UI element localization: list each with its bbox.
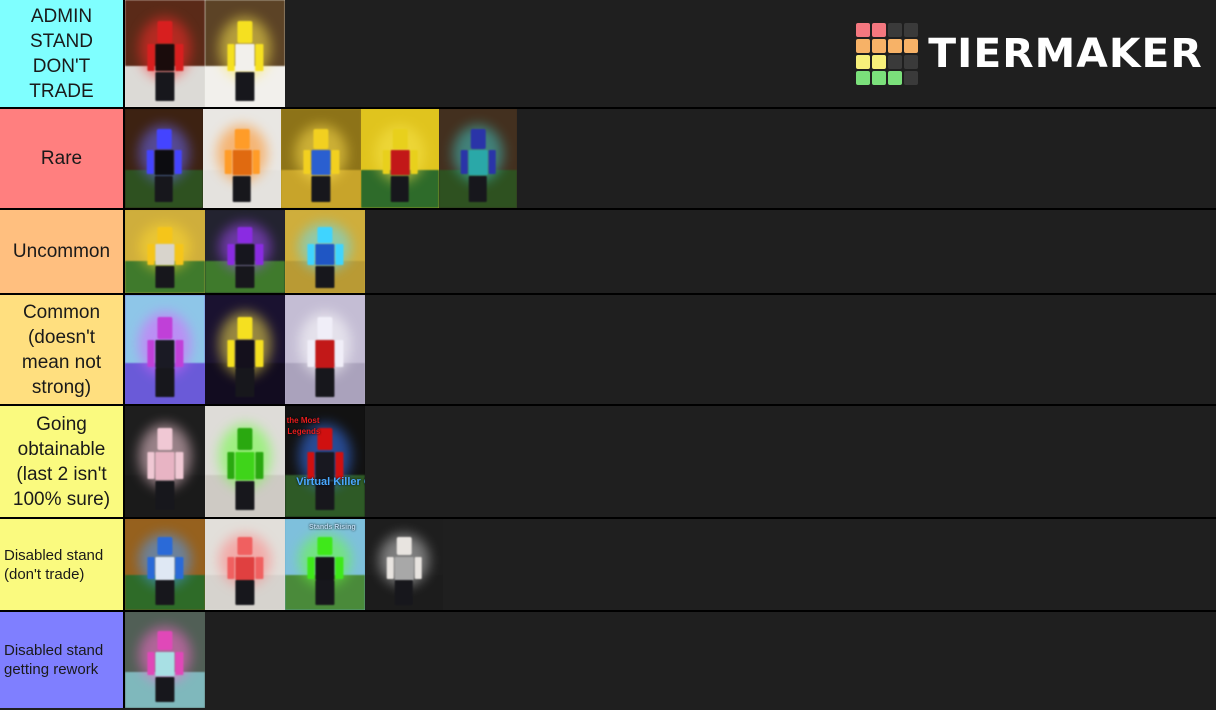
tier-label[interactable]: Rare [0, 109, 125, 208]
tier-item-blue-ice-stand[interactable] [285, 210, 365, 293]
tier-item-green-aura-bunny-stand[interactable]: Stands Rising [285, 519, 365, 610]
tier-item-golden-flame-stand[interactable] [125, 210, 205, 293]
stand-artwork [205, 295, 285, 404]
tier-item-black-shadow-stand[interactable] [125, 109, 203, 208]
tier-item-green-creeper-stand[interactable] [205, 406, 285, 517]
tier-item-cyan-bunny-stand[interactable] [125, 612, 205, 708]
stand-artwork [125, 0, 205, 107]
tier-item-purple-sky-stand[interactable] [125, 295, 205, 404]
tier-item-virtual-killer-stand[interactable]: the Most Legends Virtual Killer O [285, 406, 365, 517]
stand-artwork [285, 210, 365, 293]
stand-artwork [125, 519, 205, 610]
tier-item-yellow-angel-stand[interactable] [205, 0, 285, 107]
tier-items-container[interactable] [125, 109, 1216, 208]
stand-artwork [125, 295, 205, 404]
stand-artwork [205, 519, 285, 610]
tier-items-container[interactable]: the Most Legends Virtual Killer O [125, 406, 1216, 517]
tier-item-gray-armless-stand[interactable] [365, 519, 443, 610]
tier-row: Disabled stand getting rework [0, 612, 1216, 708]
tier-item-gold-rainbow-stand[interactable] [281, 109, 361, 208]
stand-artwork: the Most Legends Virtual Killer O [285, 406, 365, 517]
stand-artwork [439, 109, 517, 208]
stand-artwork [125, 612, 205, 708]
tier-items-container[interactable]: Stands Rising [125, 519, 1216, 610]
tier-item-yellow-blob-stand[interactable] [361, 109, 439, 208]
tier-label[interactable]: ADMIN STAND DON'T TRADE [0, 0, 125, 107]
artwork-overlay-text: Virtual Killer O [296, 476, 365, 489]
stand-artwork [205, 0, 285, 107]
tier-item-white-crystal-stand[interactable] [285, 295, 365, 404]
stand-artwork [281, 109, 361, 208]
tier-label[interactable]: Disabled stand (don't trade) [0, 519, 125, 610]
tier-row: Disabled stand (don't trade) Stands Risin… [0, 519, 1216, 612]
tier-row: Rare [0, 109, 1216, 210]
tier-item-red-demon-stand[interactable] [125, 0, 205, 107]
stand-artwork [205, 210, 285, 293]
tier-item-red-wire-stand[interactable] [205, 519, 285, 610]
stand-artwork [125, 210, 205, 293]
tier-item-steve-minecraft-stand[interactable] [439, 109, 517, 208]
tier-list-canvas: ADMIN STAND DON'T TRADE TIERMAKER Rare Unco… [0, 0, 1216, 710]
tier-row: Common (doesn't mean not strong) [0, 295, 1216, 406]
tier-label[interactable]: Uncommon [0, 210, 125, 293]
tier-item-pink-rabbit-stand[interactable] [125, 406, 205, 517]
stand-artwork [205, 406, 285, 517]
tier-label[interactable]: Going obtainable (last 2 isn't 100% sure… [0, 406, 125, 517]
artwork-overlay-text: Legends [287, 427, 321, 437]
tier-item-blue-crystal-knight-stand[interactable] [125, 519, 205, 610]
tier-item-orange-magma-stand[interactable] [203, 109, 281, 208]
stand-artwork [365, 519, 443, 610]
tier-item-dark-purple-stand[interactable] [205, 210, 285, 293]
stand-artwork: Stands Rising [285, 519, 365, 610]
tier-items-container[interactable] [125, 0, 1216, 107]
tier-row: ADMIN STAND DON'T TRADE TIERMAKER [0, 0, 1216, 109]
stand-artwork [125, 406, 205, 517]
tier-items-container[interactable] [125, 295, 1216, 404]
tier-label[interactable]: Disabled stand getting rework [0, 612, 125, 708]
tier-row: Going obtainable (last 2 isn't 100% sure… [0, 406, 1216, 519]
stand-artwork [361, 109, 439, 208]
artwork-overlay-text: the Most [286, 416, 320, 426]
tier-label[interactable]: Common (doesn't mean not strong) [0, 295, 125, 404]
tier-item-yellow-dark-stand[interactable] [205, 295, 285, 404]
stand-artwork [203, 109, 281, 208]
tier-items-container[interactable] [125, 612, 1216, 708]
stand-artwork [285, 295, 365, 404]
tier-items-container[interactable] [125, 210, 1216, 293]
artwork-overlay-text: Stands Rising [309, 523, 356, 531]
tier-row: Uncommon [0, 210, 1216, 295]
stand-artwork [125, 109, 203, 208]
